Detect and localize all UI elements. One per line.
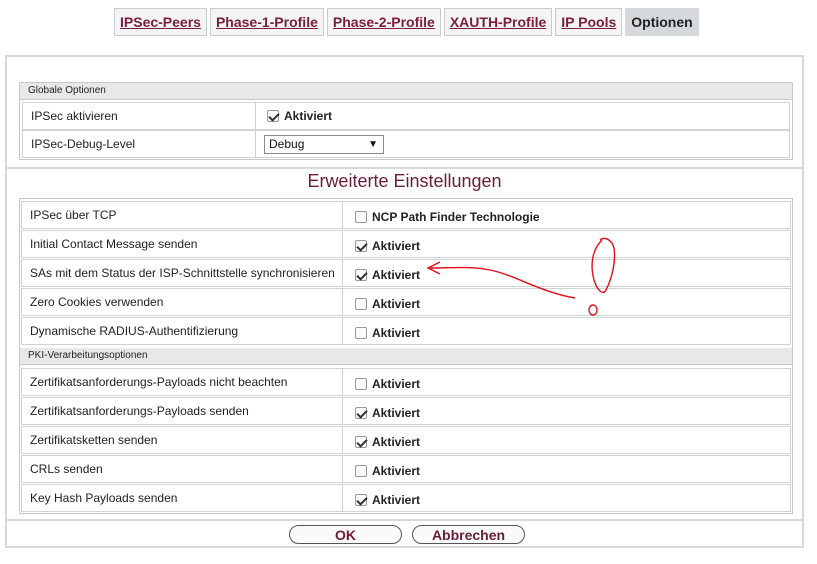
checkbox-icon[interactable] bbox=[355, 465, 367, 477]
tab-ip-pools[interactable]: IP Pools bbox=[555, 8, 623, 36]
radius-auth-row: Dynamische RADIUS-Authentifizierung Akti… bbox=[21, 317, 791, 345]
ok-button[interactable]: OK bbox=[289, 525, 402, 544]
pki-row-ignore-cert-req: Zertifikatsanforderungs-Payloads nicht b… bbox=[21, 368, 791, 396]
options-panel: Globale Optionen IPSec aktivieren Aktivi… bbox=[5, 55, 804, 548]
tab-bar: IPSec-Peers Phase-1-Profile Phase-2-Prof… bbox=[114, 8, 699, 36]
debug-level-label: IPSec-Debug-Level bbox=[31, 137, 136, 151]
sa-sync-label: SAs mit dem Status der ISP-Schnittstelle… bbox=[30, 266, 335, 280]
pki-options-header: PKI-Verarbeitungsoptionen bbox=[20, 348, 792, 365]
zero-cookies-checkbox[interactable]: Aktiviert bbox=[355, 297, 420, 311]
tab-optionen[interactable]: Optionen bbox=[625, 8, 699, 36]
send-cert-req-value: Aktiviert bbox=[372, 406, 421, 420]
send-cert-req-label: Zertifikatsanforderungs-Payloads senden bbox=[30, 404, 249, 418]
cancel-button[interactable]: Abbrechen bbox=[412, 525, 525, 544]
tab-xauth-profile[interactable]: XAUTH-Profile bbox=[443, 8, 553, 36]
debug-level-row: IPSec-Debug-Level Debug ▼ bbox=[22, 130, 790, 158]
checkbox-icon[interactable] bbox=[355, 298, 367, 310]
crls-checkbox[interactable]: Aktiviert bbox=[355, 464, 420, 478]
ipsec-enable-checkbox[interactable]: Aktiviert bbox=[267, 109, 332, 123]
ignore-cert-req-value: Aktiviert bbox=[372, 377, 421, 391]
checkbox-icon[interactable] bbox=[355, 407, 367, 419]
pki-row-cert-chains: Zertifikatsketten senden Aktiviert bbox=[21, 426, 791, 454]
checkbox-icon[interactable] bbox=[355, 436, 367, 448]
debug-level-select[interactable]: Debug ▼ bbox=[264, 135, 384, 154]
initial-contact-checkbox[interactable]: Aktiviert bbox=[355, 239, 420, 253]
cert-chains-label: Zertifikatsketten senden bbox=[30, 433, 158, 447]
cert-chains-checkbox[interactable]: Aktiviert bbox=[355, 435, 420, 449]
ipsec-tcp-row: IPSec über TCP NCP Path Finder Technolog… bbox=[21, 201, 791, 229]
ncp-path-finder-checkbox[interactable]: NCP Path Finder Technologie bbox=[355, 210, 540, 224]
checkbox-icon[interactable] bbox=[355, 269, 367, 281]
checkbox-icon[interactable] bbox=[355, 327, 367, 339]
ignore-cert-req-label: Zertifikatsanforderungs-Payloads nicht b… bbox=[30, 375, 288, 389]
checkbox-icon[interactable] bbox=[355, 240, 367, 252]
sa-sync-checkbox[interactable]: Aktiviert bbox=[355, 268, 420, 282]
debug-level-value: Debug bbox=[269, 137, 305, 151]
checkbox-icon[interactable] bbox=[355, 378, 367, 390]
tab-phase1-profile[interactable]: Phase-1-Profile bbox=[209, 8, 324, 36]
ipsec-tcp-label: IPSec über TCP bbox=[30, 208, 117, 222]
crls-label: CRLs senden bbox=[30, 462, 103, 476]
zero-cookies-value: Aktiviert bbox=[372, 297, 421, 311]
radius-auth-label: Dynamische RADIUS-Authentifizierung bbox=[30, 324, 239, 338]
initial-contact-row: Initial Contact Message senden Aktiviert bbox=[21, 230, 791, 258]
checkbox-icon[interactable] bbox=[267, 110, 279, 122]
ipsec-enable-value: Aktiviert bbox=[284, 109, 333, 123]
key-hash-label: Key Hash Payloads senden bbox=[30, 491, 178, 505]
send-cert-req-checkbox[interactable]: Aktiviert bbox=[355, 406, 420, 420]
zero-cookies-label: Zero Cookies verwenden bbox=[30, 295, 164, 309]
dropdown-arrow-icon: ▼ bbox=[368, 139, 378, 150]
sa-sync-row: SAs mit dem Status der ISP-Schnittstelle… bbox=[21, 259, 791, 287]
checkbox-icon[interactable] bbox=[355, 211, 367, 223]
initial-contact-value: Aktiviert bbox=[372, 239, 421, 253]
advanced-settings-title: Erweiterte Einstellungen bbox=[307, 171, 502, 191]
radius-auth-checkbox[interactable]: Aktiviert bbox=[355, 326, 420, 340]
crls-value: Aktiviert bbox=[372, 464, 421, 478]
tab-ipsec-peers[interactable]: IPSec-Peers bbox=[114, 8, 207, 36]
key-hash-value: Aktiviert bbox=[372, 493, 421, 507]
ignore-cert-req-checkbox[interactable]: Aktiviert bbox=[355, 377, 420, 391]
advanced-settings-group: IPSec über TCP NCP Path Finder Technolog… bbox=[19, 198, 793, 514]
ncp-path-finder-value: NCP Path Finder Technologie bbox=[372, 210, 540, 224]
tab-phase2-profile[interactable]: Phase-2-Profile bbox=[326, 8, 441, 36]
global-options-header: Globale Optionen bbox=[20, 83, 792, 100]
section-separator bbox=[7, 167, 802, 169]
cert-chains-value: Aktiviert bbox=[372, 435, 421, 449]
zero-cookies-row: Zero Cookies verwenden Aktiviert bbox=[21, 288, 791, 316]
global-options-group: Globale Optionen IPSec aktivieren Aktivi… bbox=[19, 82, 793, 160]
radius-auth-value: Aktiviert bbox=[372, 326, 421, 340]
ipsec-enable-row: IPSec aktivieren Aktiviert bbox=[22, 102, 790, 130]
key-hash-checkbox[interactable]: Aktiviert bbox=[355, 493, 420, 507]
sa-sync-value: Aktiviert bbox=[372, 268, 421, 282]
button-separator bbox=[7, 519, 802, 521]
pki-row-key-hash: Key Hash Payloads senden Aktiviert bbox=[21, 484, 791, 512]
initial-contact-label: Initial Contact Message senden bbox=[30, 237, 198, 251]
pki-row-crls: CRLs senden Aktiviert bbox=[21, 455, 791, 483]
ipsec-enable-label: IPSec aktivieren bbox=[31, 109, 118, 123]
checkbox-icon[interactable] bbox=[355, 494, 367, 506]
pki-row-send-cert-req: Zertifikatsanforderungs-Payloads senden … bbox=[21, 397, 791, 425]
